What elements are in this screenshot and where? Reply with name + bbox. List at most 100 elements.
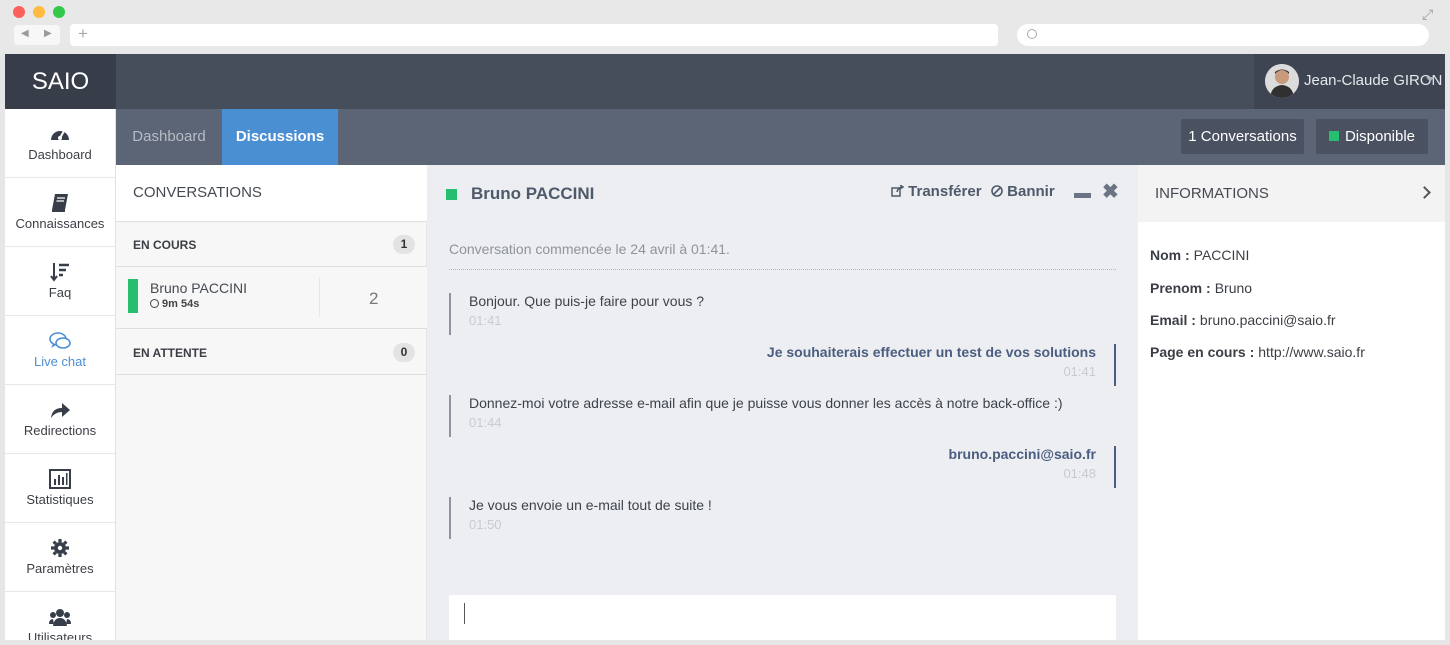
- caret-down-icon: [1426, 77, 1434, 82]
- app: SAIO Jean-Claude GIRON Dashboard Discuss…: [5, 54, 1445, 640]
- share-square-icon: [891, 183, 905, 200]
- address-bar[interactable]: +: [70, 24, 998, 46]
- close-window-button[interactable]: [13, 6, 25, 18]
- minimize-icon[interactable]: [1074, 193, 1091, 198]
- message-input[interactable]: [449, 595, 1116, 640]
- sidebar-item-statistiques[interactable]: Statistiques: [5, 454, 115, 523]
- sidebar-item-dashboard[interactable]: Dashboard: [5, 109, 115, 178]
- info-label: Page en cours :: [1150, 344, 1255, 360]
- message-text: Je souhaiterais effectuer un test de vos…: [766, 344, 1096, 360]
- share-icon: [49, 400, 71, 420]
- message-outgoing: bruno.paccini@saio.fr 01:48: [716, 446, 1116, 488]
- sidebar-item-parametres[interactable]: Paramètres: [5, 523, 115, 592]
- information-panel: INFORMATIONS Nom : PACCINI Prenom : Bruno …: [1138, 165, 1445, 640]
- conversation-duration: 9m 54s: [150, 298, 199, 310]
- ban-icon: [991, 183, 1003, 200]
- text-cursor: [464, 603, 465, 624]
- message-incoming: Donnez-moi votre adresse e-mail afin que…: [449, 395, 1089, 437]
- information-title: INFORMATIONS: [1155, 185, 1269, 202]
- new-tab-icon[interactable]: +: [78, 24, 88, 44]
- dashboard-icon: [49, 124, 71, 144]
- sidebar-item-connaissances[interactable]: Connaissances: [5, 178, 115, 247]
- duration-value: 9m 54s: [162, 298, 200, 310]
- info-value: PACCINI: [1193, 247, 1250, 263]
- sub-navigation: Dashboard Discussions 1 Conversations Di…: [116, 109, 1445, 165]
- information-header[interactable]: INFORMATIONS: [1138, 165, 1445, 222]
- message-time: 01:41: [1063, 364, 1096, 379]
- message-incoming: Bonjour. Que puis-je faire pour vous ? 0…: [449, 293, 849, 335]
- sidebar-item-label: Paramètres: [26, 561, 94, 576]
- info-row-prenom: Prenom : Bruno: [1150, 280, 1252, 296]
- user-menu[interactable]: Jean-Claude GIRON: [1254, 54, 1445, 109]
- ban-label: Bannir: [1007, 183, 1055, 200]
- conversation-start-notice: Conversation commencée le 24 avril à 01:…: [449, 241, 1116, 270]
- availability-button[interactable]: Disponible: [1316, 119, 1428, 154]
- message-count: 2: [369, 289, 379, 308]
- sidebar-item-label: Statistiques: [26, 492, 94, 507]
- conversations-header: CONVERSATIONS: [116, 165, 427, 222]
- section-label: EN ATTENTE: [133, 346, 207, 360]
- message-outgoing: Je souhaiterais effectuer un test de vos…: [716, 344, 1116, 386]
- tab-discussions[interactable]: Discussions: [222, 109, 338, 165]
- tab-dashboard[interactable]: Dashboard: [116, 109, 222, 165]
- sidebar-item-label: Redirections: [23, 423, 97, 438]
- conversations-title: CONVERSATIONS: [133, 184, 262, 201]
- conversations-count-button[interactable]: 1 Conversations: [1181, 119, 1304, 154]
- back-icon[interactable]: ◀: [21, 28, 29, 39]
- sidebar-item-label: Utilisateurs: [27, 630, 93, 640]
- message-time: 01:48: [1063, 466, 1096, 481]
- sidebar-item-label: Connaissances: [15, 216, 105, 231]
- brand-logo[interactable]: SAIO: [5, 54, 116, 109]
- info-value: Bruno: [1214, 280, 1253, 296]
- chat-panel: Bruno PACCINI Transférer Bannir ✖ Conver…: [427, 165, 1138, 640]
- maximize-window-button[interactable]: [53, 6, 65, 18]
- ban-button[interactable]: Bannir: [991, 183, 1055, 200]
- count-badge: 1: [393, 235, 415, 254]
- conversation-item[interactable]: Bruno PACCINI 9m 54s 2: [116, 267, 427, 329]
- message-text: Je vous envoie un e-mail tout de suite !: [469, 497, 712, 513]
- gear-icon: [49, 538, 71, 558]
- sidebar-item-redirections[interactable]: Redirections: [5, 385, 115, 454]
- stats-icon: [49, 469, 71, 489]
- chevron-right-icon[interactable]: [1418, 186, 1431, 199]
- minimize-window-button[interactable]: [33, 6, 45, 18]
- sidebar-item-faq[interactable]: Faq: [5, 247, 115, 316]
- sidebar-item-utilisateurs[interactable]: Utilisateurs: [5, 592, 115, 640]
- sidebar-item-label: Live chat: [33, 354, 87, 369]
- browser-chrome: ◀ ▶ + ⤢: [0, 0, 1450, 54]
- status-online-indicator: [1328, 131, 1339, 141]
- info-row-nom: Nom : PACCINI: [1150, 247, 1249, 263]
- message-time: 01:41: [469, 313, 502, 328]
- section-waiting[interactable]: EN ATTENTE 0: [116, 330, 427, 375]
- section-label: EN COURS: [133, 238, 197, 252]
- divider: [319, 277, 320, 317]
- chat-header: Bruno PACCINI Transférer Bannir ✖: [427, 165, 1138, 222]
- sidebar-item-label: Dashboard: [28, 147, 92, 162]
- status-online-indicator: [128, 279, 138, 313]
- forward-icon[interactable]: ▶: [44, 28, 52, 39]
- info-label: Nom :: [1150, 247, 1190, 263]
- chat-contact-name: Bruno PACCINI: [471, 184, 595, 203]
- sidebar: Dashboard Connaissances Faq Live chat Re…: [5, 109, 116, 640]
- status-online-indicator: [446, 189, 457, 200]
- sidebar-item-live-chat[interactable]: Live chat: [5, 316, 115, 385]
- message-text: bruno.paccini@saio.fr: [948, 446, 1096, 462]
- sort-icon: [49, 262, 71, 282]
- chat-icon: [49, 331, 71, 351]
- message-incoming: Je vous envoie un e-mail tout de suite !…: [449, 497, 849, 539]
- message-text: Bonjour. Que puis-je faire pour vous ?: [469, 293, 705, 309]
- browser-window: ◀ ▶ + ⤢ SAIO Jean-Claude GIRON Dashboard…: [0, 0, 1450, 645]
- conversations-panel: CONVERSATIONS EN COURS 1 Bruno PACCINI 9…: [116, 165, 427, 640]
- fullscreen-icon[interactable]: ⤢: [1422, 6, 1433, 23]
- transfer-button[interactable]: Transférer: [891, 183, 982, 200]
- clock-icon: [150, 299, 159, 308]
- browser-search-field[interactable]: [1017, 24, 1429, 46]
- section-in-progress[interactable]: EN COURS 1: [116, 222, 427, 267]
- info-row-page: Page en cours : http://www.saio.fr: [1150, 344, 1365, 360]
- info-value: http://www.saio.fr: [1258, 344, 1365, 360]
- avatar: [1265, 64, 1299, 98]
- info-value: bruno.paccini@saio.fr: [1199, 312, 1336, 328]
- message-time: 01:44: [469, 415, 502, 430]
- close-icon[interactable]: ✖: [1102, 179, 1119, 204]
- nav-buttons: ◀ ▶: [14, 25, 60, 45]
